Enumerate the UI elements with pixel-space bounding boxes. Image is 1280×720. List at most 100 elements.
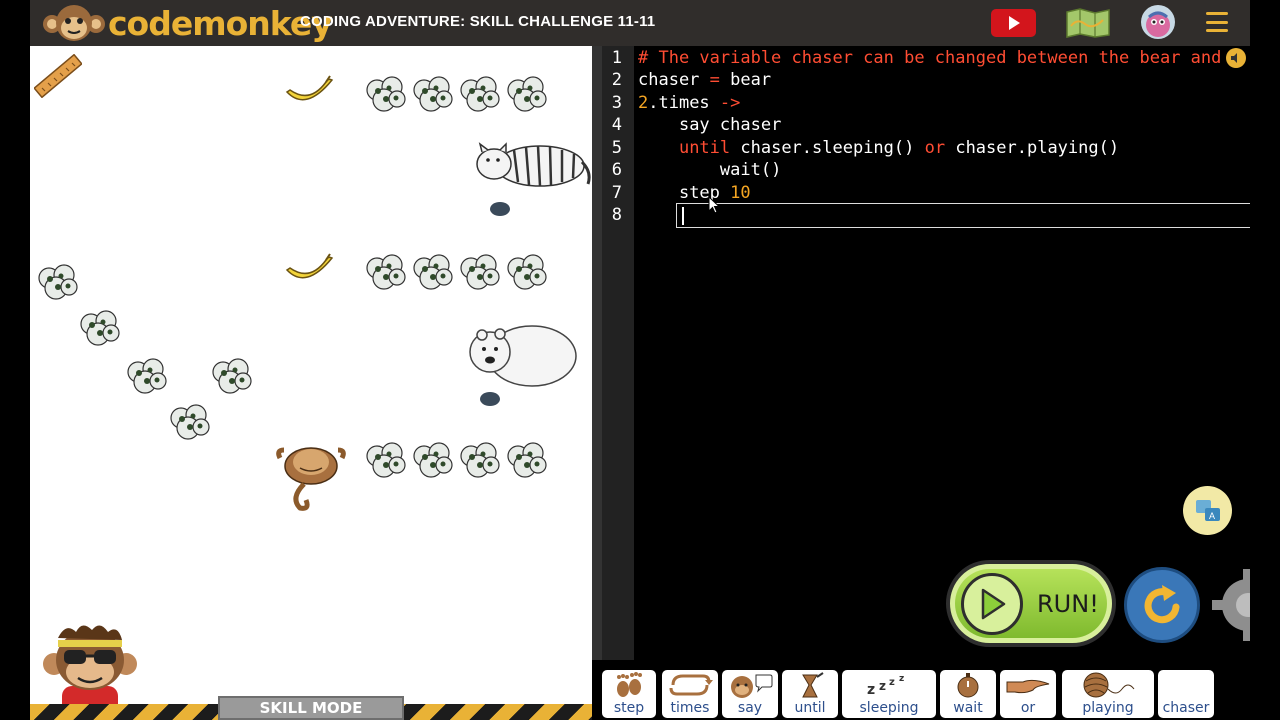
keyword-step[interactable]: step	[602, 670, 656, 718]
game-canvas[interactable]: SKILL MODE	[30, 46, 592, 720]
logo-text: codemonkey	[108, 3, 333, 43]
svg-text:z: z	[867, 682, 875, 698]
code-line-4[interactable]: say chaser	[638, 115, 781, 135]
keyword-label: wait	[953, 700, 983, 716]
bush	[366, 442, 406, 478]
letterbox-left	[0, 0, 30, 720]
line-number-gutter: 1 2 3 4 5 6 7 8	[602, 46, 634, 660]
keyword-playing[interactable]: playing	[1062, 670, 1154, 718]
line-number: 5	[611, 138, 622, 158]
monkey-player[interactable]	[276, 444, 346, 512]
zzz-icon: zzzz	[867, 674, 904, 698]
code-line-8-active[interactable]	[676, 203, 1250, 228]
keyword-label: chaser	[1162, 700, 1210, 716]
code-line-3[interactable]: 2.times ->	[638, 93, 740, 113]
keyword-label: step	[613, 700, 645, 716]
keyword-until[interactable]: until	[782, 670, 838, 718]
code-line-5[interactable]: until chaser.sleeping() or chaser.playin…	[638, 138, 1119, 158]
translate-button[interactable]: A	[1183, 486, 1232, 535]
code-token: chaser	[638, 70, 700, 90]
empty-icon-slot	[1158, 670, 1214, 700]
bush	[212, 358, 252, 394]
keyword-wait[interactable]: wait	[940, 670, 996, 718]
code-token: 10	[730, 183, 751, 203]
translate-icon: A	[1195, 499, 1220, 521]
bush	[460, 442, 500, 478]
code-line-7[interactable]: step 10	[638, 183, 751, 203]
code-line-2[interactable]: chaser = bear	[638, 70, 771, 90]
reset-icon	[1144, 585, 1180, 624]
bear[interactable]	[464, 322, 580, 392]
hamburger-menu-icon[interactable]	[1206, 12, 1228, 32]
bush	[80, 310, 120, 346]
bush	[460, 254, 500, 290]
tiger-shadow-stone	[490, 202, 510, 216]
line-number: 8	[611, 205, 622, 225]
svg-text:z: z	[899, 674, 904, 684]
svg-text:z: z	[889, 677, 895, 688]
run-button[interactable]: RUN!	[946, 560, 1116, 647]
line-number: 4	[611, 115, 622, 135]
reset-button[interactable]	[1124, 567, 1200, 643]
keyword-sleeping[interactable]: zzzz sleeping	[842, 670, 936, 718]
bush	[413, 254, 453, 290]
bush	[413, 442, 453, 478]
speaker-glyph	[1231, 53, 1237, 63]
bush	[127, 358, 167, 394]
ruler-icon[interactable]	[34, 54, 82, 98]
video-button[interactable]	[991, 9, 1036, 37]
code-token: chaser.sleeping()	[730, 138, 925, 158]
avatar-icon	[1146, 11, 1170, 37]
play-icon	[981, 588, 1006, 619]
code-line-1[interactable]: # The variable chaser can be changed bet…	[638, 48, 1221, 68]
keyword-say[interactable]: say	[722, 670, 778, 718]
code-token: or	[924, 138, 946, 158]
bush	[366, 76, 406, 112]
panel-divider[interactable]	[592, 46, 602, 660]
bush	[413, 76, 453, 112]
banana	[285, 75, 334, 101]
keyword-times[interactable]: times	[662, 670, 718, 718]
mouse-pointer-icon	[708, 196, 720, 214]
tiger[interactable]	[474, 138, 592, 194]
run-button-body: RUN!	[955, 569, 1107, 638]
gear-icon	[1212, 569, 1250, 641]
skill-mode-label: SKILL MODE	[218, 696, 404, 720]
run-label: RUN!	[1037, 589, 1099, 618]
speaker-icon[interactable]	[1226, 48, 1246, 68]
svg-text:A: A	[1209, 511, 1215, 521]
code-token: ->	[719, 93, 741, 113]
code-token: =	[709, 70, 720, 90]
keyword-label: playing	[1082, 700, 1134, 716]
page-title: CODING ADVENTURE: SKILL CHALLENGE 11-11	[300, 13, 656, 30]
codemonkey-logo[interactable]: codemonkey	[42, 3, 333, 43]
letterbox-right	[1250, 0, 1280, 720]
code-token: 2	[638, 93, 649, 113]
menu-line	[1206, 20, 1228, 24]
keyword-label: or	[1020, 700, 1036, 716]
keyword-label: sleeping	[859, 700, 919, 716]
monkey-speech-icon	[731, 674, 773, 698]
menu-line	[1206, 12, 1228, 15]
keyword-or[interactable]: or	[1000, 670, 1056, 718]
code-token: chaser.playing()	[945, 138, 1120, 158]
pointing-hand-icon	[1006, 679, 1050, 694]
keyword-label: say	[737, 700, 763, 716]
run-play-circle	[961, 572, 1023, 635]
code-token: until	[678, 138, 731, 158]
menu-line	[1206, 29, 1228, 32]
keyword-label: times	[670, 700, 710, 716]
code-token: say chaser	[678, 115, 782, 135]
code-line-6[interactable]: wait()	[638, 160, 781, 180]
avatar-button[interactable]	[1141, 5, 1175, 39]
svg-text:z: z	[879, 679, 886, 693]
map-icon[interactable]	[1065, 8, 1111, 38]
settings-button[interactable]	[1210, 567, 1250, 643]
keyword-chaser[interactable]: chaser	[1158, 670, 1214, 718]
keyword-label: until	[794, 700, 826, 716]
top-bar: codemonkey CODING ADVENTURE: SKILL CHALL…	[30, 0, 1250, 46]
hourglass-icon	[802, 672, 824, 698]
line-number: 6	[611, 160, 622, 180]
